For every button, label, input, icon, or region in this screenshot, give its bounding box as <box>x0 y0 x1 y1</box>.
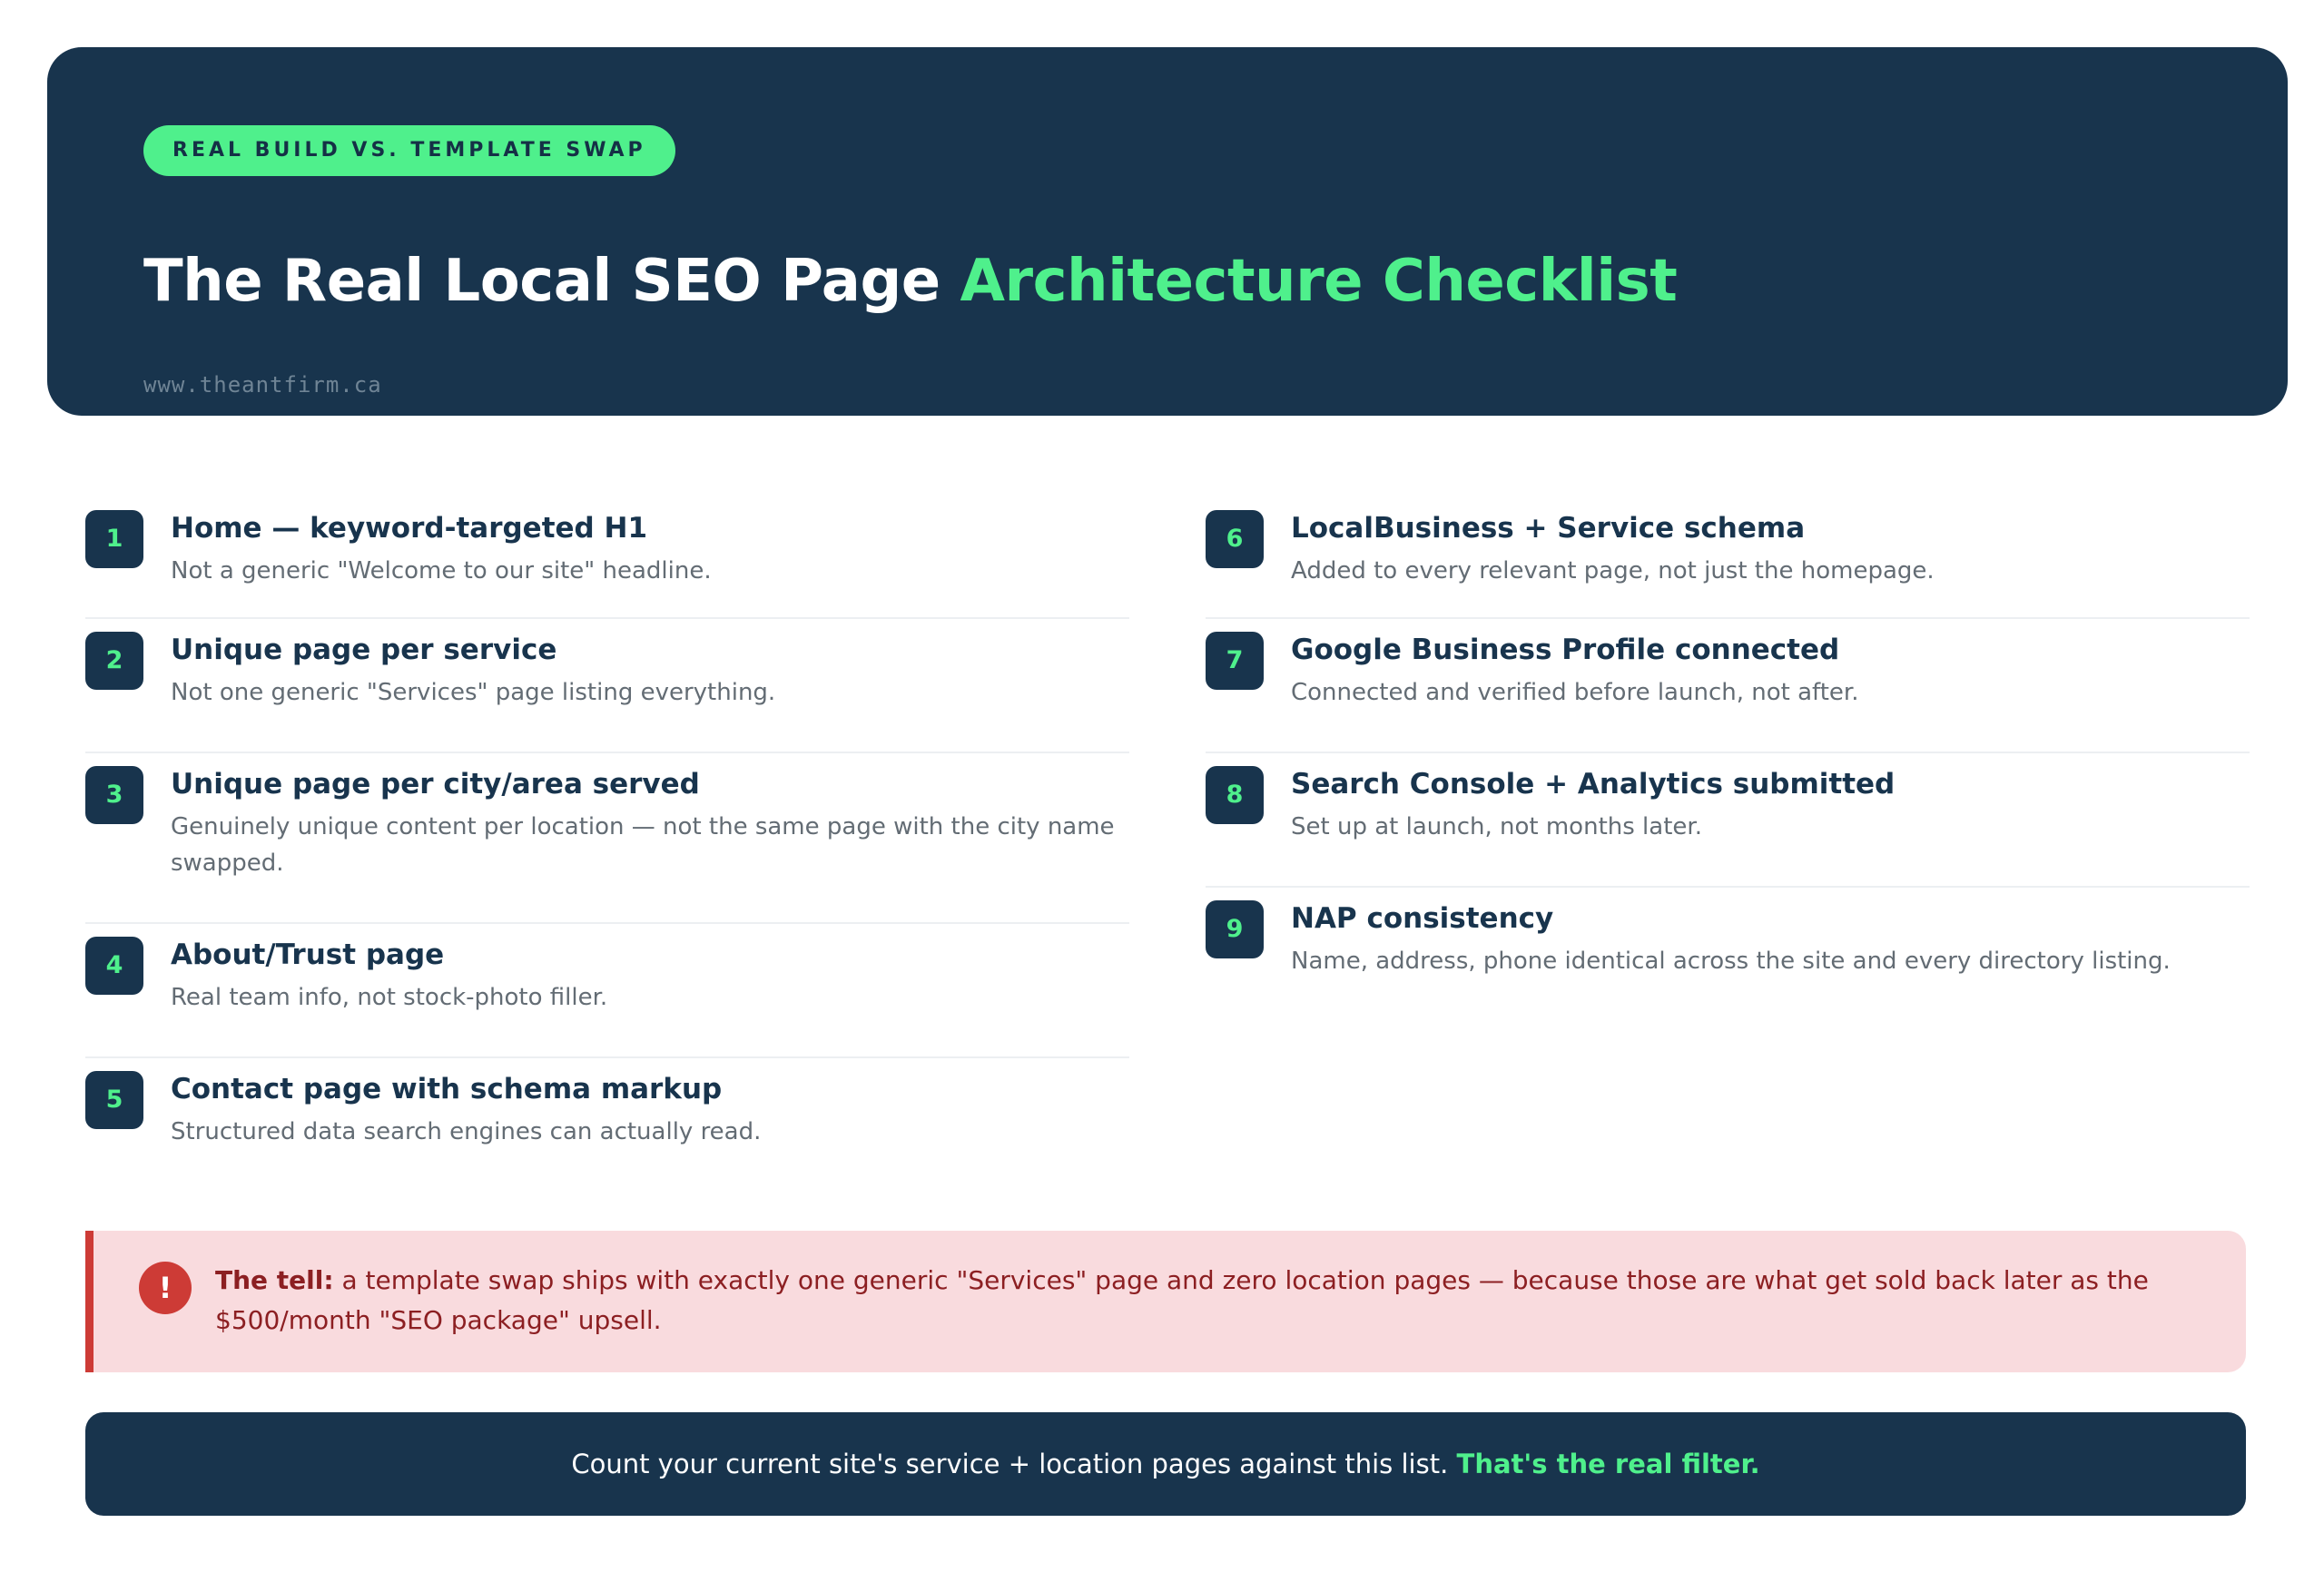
warning-callout: ! The tell: a template swap ships with e… <box>85 1231 2246 1372</box>
item-number-badge: 2 <box>85 632 143 690</box>
item-description: Name, address, phone identical across th… <box>1291 948 2171 975</box>
checklist-item-6: 6 LocalBusiness + Service schema Added t… <box>1206 497 2250 619</box>
item-title: About/Trust page <box>171 938 445 971</box>
item-number-badge: 9 <box>1206 900 1264 958</box>
page-title-highlight: Architecture Checklist <box>960 248 1678 315</box>
header-banner: REAL BUILD VS. TEMPLATE SWAP The Real Lo… <box>47 47 2288 416</box>
item-title: Contact page with schema markup <box>171 1073 723 1105</box>
checklist-right-column: 6 LocalBusiness + Service schema Added t… <box>1206 497 2250 1009</box>
checklist-item-4: 4 About/Trust page Real team info, not s… <box>85 924 1129 1058</box>
item-description: Real team info, not stock-photo filler. <box>171 984 608 1011</box>
page-title: The Real Local SEO Page Architecture Che… <box>143 248 1678 316</box>
item-title: Home — keyword-targeted H1 <box>171 512 648 545</box>
footer-highlight: That's the real filter. <box>1456 1449 1760 1479</box>
site-url: www.theantfirm.ca <box>143 372 382 398</box>
page-title-main: The Real Local SEO Page <box>143 248 960 315</box>
callout-text: a template swap ships with exactly one g… <box>215 1265 2149 1335</box>
item-number-badge: 7 <box>1206 632 1264 690</box>
checklist-item-8: 8 Search Console + Analytics submitted S… <box>1206 753 2250 888</box>
checklist-item-7: 7 Google Business Profile connected Conn… <box>1206 619 2250 753</box>
item-title: Search Console + Analytics submitted <box>1291 768 1896 801</box>
footer-text: Count your current site's service + loca… <box>571 1449 1457 1479</box>
footer-banner: Count your current site's service + loca… <box>85 1412 2246 1516</box>
item-description: Added to every relevant page, not just t… <box>1291 557 1935 585</box>
item-number-badge: 5 <box>85 1071 143 1129</box>
item-title: Unique page per city/area served <box>171 768 700 801</box>
item-description: Genuinely unique content per location — … <box>171 813 1115 877</box>
category-badge: REAL BUILD VS. TEMPLATE SWAP <box>143 125 675 176</box>
item-number-badge: 3 <box>85 766 143 824</box>
item-description: Not one generic "Services" page listing … <box>171 679 776 706</box>
item-description: Structured data search engines can actua… <box>171 1118 762 1145</box>
checklist-item-3: 3 Unique page per city/area served Genui… <box>85 753 1129 924</box>
checklist-item-1: 1 Home — keyword-targeted H1 Not a gener… <box>85 497 1129 619</box>
checklist-item-9: 9 NAP consistency Name, address, phone i… <box>1206 888 2250 1009</box>
item-title: NAP consistency <box>1291 902 1554 935</box>
item-number-badge: 8 <box>1206 766 1264 824</box>
callout-lead: The tell: <box>215 1265 334 1295</box>
checklist-item-5: 5 Contact page with schema markup Struct… <box>85 1058 1129 1180</box>
exclamation-icon: ! <box>139 1262 192 1314</box>
checklist-item-2: 2 Unique page per service Not one generi… <box>85 619 1129 753</box>
item-title: Google Business Profile connected <box>1291 634 1840 666</box>
item-number-badge: 6 <box>1206 510 1264 568</box>
item-description: Not a generic "Welcome to our site" head… <box>171 557 712 585</box>
item-title: Unique page per service <box>171 634 557 666</box>
item-description: Set up at launch, not months later. <box>1291 813 1702 840</box>
item-description: Connected and verified before launch, no… <box>1291 679 1859 706</box>
item-number-badge: 1 <box>85 510 143 568</box>
item-title: LocalBusiness + Service schema <box>1291 512 1806 545</box>
checklist-left-column: 1 Home — keyword-targeted H1 Not a gener… <box>85 497 1129 1180</box>
item-number-badge: 4 <box>85 937 143 995</box>
